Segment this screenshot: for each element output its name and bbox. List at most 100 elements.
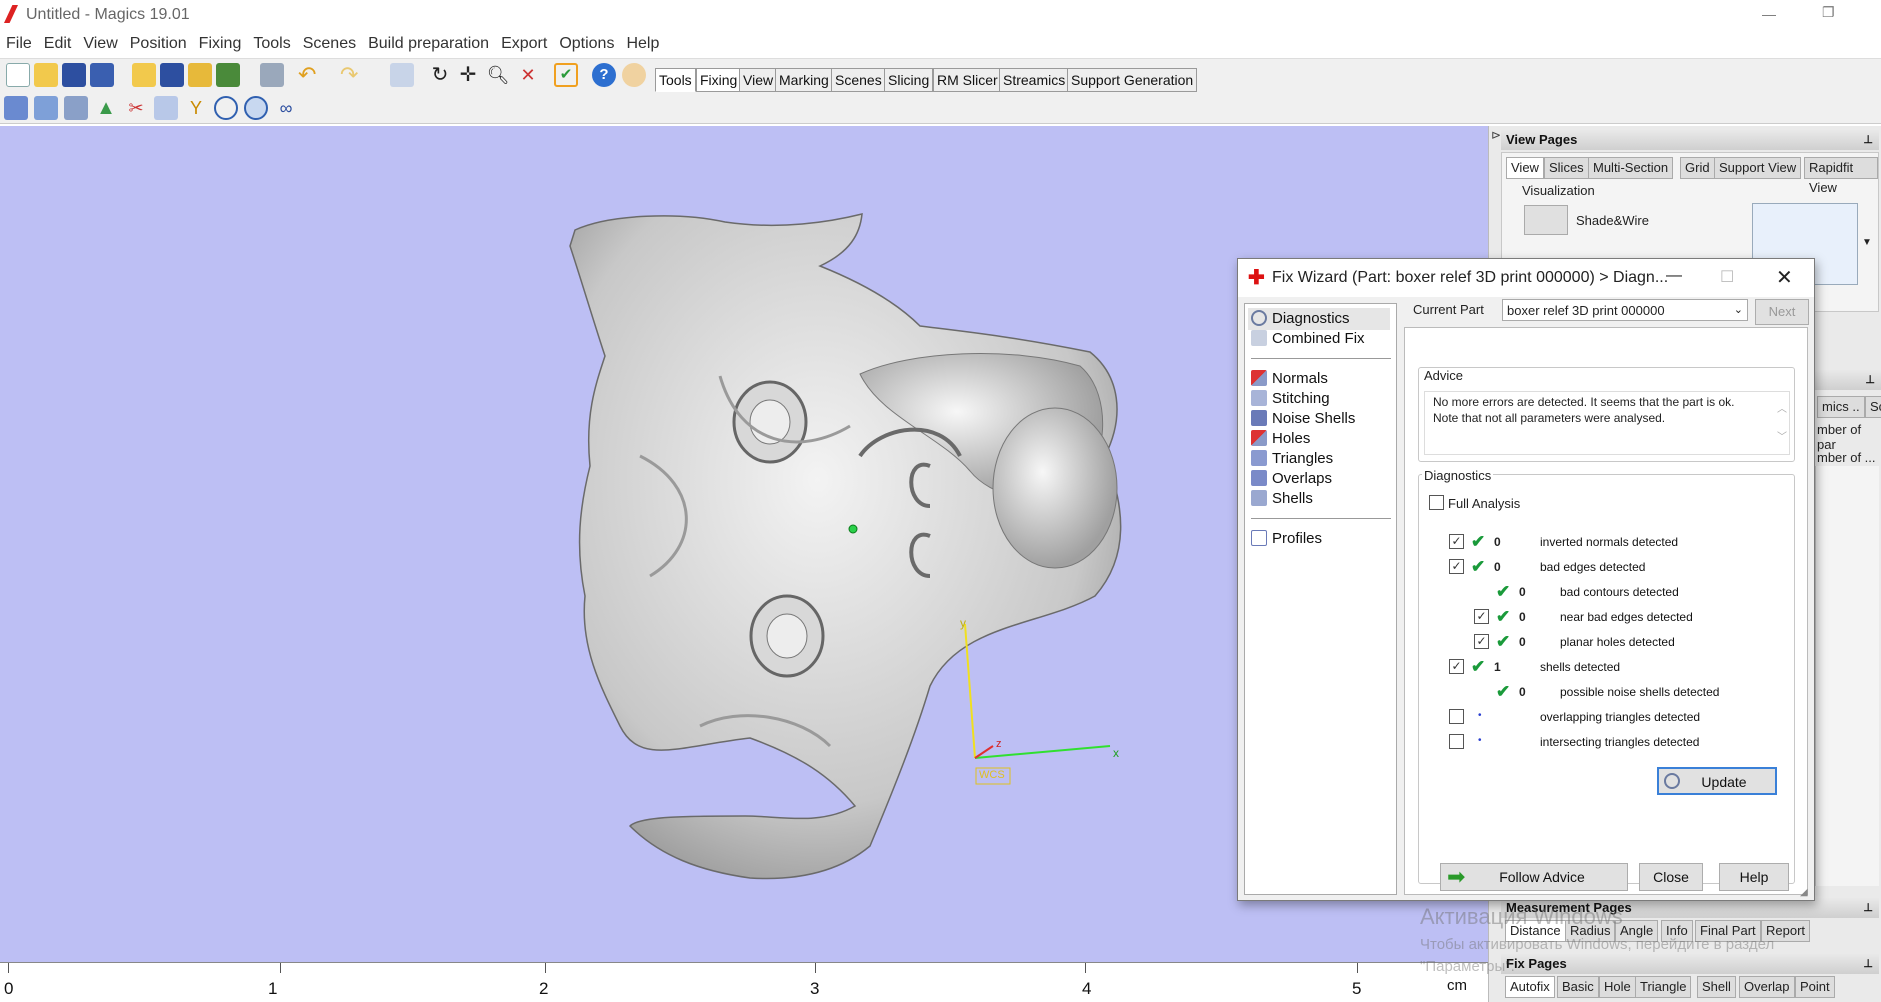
nav-overlaps[interactable]: Overlaps <box>1251 470 1332 487</box>
tab-tools[interactable]: Tools <box>655 68 696 92</box>
cone-icon[interactable]: ▲ <box>94 96 118 120</box>
save-icon[interactable] <box>62 63 86 87</box>
menu-scenes[interactable]: Scenes <box>297 30 362 58</box>
load-project-icon[interactable] <box>188 63 212 87</box>
link-icon[interactable]: ∞ <box>274 96 298 120</box>
nav-profiles[interactable]: Profiles <box>1251 530 1322 547</box>
select-part-icon[interactable] <box>390 63 414 87</box>
tab-fixing[interactable]: Fixing <box>696 68 742 92</box>
menu-build-preparation[interactable]: Build preparation <box>362 30 495 58</box>
dialog-minimize-button[interactable]: — <box>1666 267 1682 285</box>
menu-fixing[interactable]: Fixing <box>193 30 248 58</box>
diagnostic-checkbox[interactable] <box>1449 734 1464 749</box>
menu-file[interactable]: File <box>0 30 38 58</box>
diagnostic-checkbox[interactable]: ✓ <box>1449 659 1464 674</box>
tab-marking[interactable]: Marking <box>775 68 833 92</box>
dialog-maximize-button[interactable]: ☐ <box>1720 267 1734 287</box>
tab-slices-page[interactable]: Slices <box>1544 157 1589 179</box>
pan-icon[interactable]: ✛ <box>456 63 480 87</box>
new-file-icon[interactable] <box>6 63 30 87</box>
diagnostic-checkbox[interactable]: ✓ <box>1474 634 1489 649</box>
tab-grid-page[interactable]: Grid <box>1680 157 1715 179</box>
nav-shells[interactable]: Shells <box>1251 490 1313 507</box>
menu-export[interactable]: Export <box>495 30 553 58</box>
fork-icon[interactable]: Y <box>184 96 208 120</box>
tab-overlap[interactable]: Overlap <box>1739 976 1795 998</box>
tab-scenes[interactable]: Scenes <box>831 68 886 92</box>
rotate-icon[interactable]: ↻ <box>428 63 452 87</box>
user-icon[interactable] <box>622 63 646 87</box>
undo-icon[interactable]: ↶ <box>298 63 322 87</box>
print-icon[interactable] <box>260 63 284 87</box>
minimize-button[interactable]: — <box>1762 6 1776 22</box>
nav-triangles[interactable]: Triangles <box>1251 450 1333 467</box>
tab-autofix[interactable]: Autofix <box>1505 976 1555 998</box>
tab-rapidfit-view-page[interactable]: Rapidfit View <box>1804 157 1878 195</box>
restore-button[interactable]: ❐ <box>1822 4 1835 21</box>
next-button[interactable]: Next <box>1755 299 1809 325</box>
menu-tools[interactable]: Tools <box>247 30 296 58</box>
menu-view[interactable]: View <box>77 30 123 58</box>
dialog-close-button[interactable]: ✕ <box>1776 265 1793 290</box>
menu-position[interactable]: Position <box>124 30 193 58</box>
update-button[interactable]: Update <box>1657 767 1777 795</box>
redo-icon[interactable]: ↷ <box>340 63 364 87</box>
save-as-icon[interactable] <box>90 63 114 87</box>
tab-basic[interactable]: Basic <box>1557 976 1599 998</box>
menu-edit[interactable]: Edit <box>38 30 78 58</box>
checklist-icon[interactable]: ✔ <box>554 63 578 87</box>
current-part-select[interactable]: boxer relef 3D print 000000 ⌄ <box>1502 299 1748 321</box>
parts-icon[interactable] <box>64 96 88 120</box>
tab-slicing[interactable]: Slicing <box>884 68 934 92</box>
diagnostic-checkbox[interactable] <box>1449 709 1464 724</box>
tab-point[interactable]: Point <box>1795 976 1835 998</box>
panel-splitter-icon[interactable]: ⊳ <box>1491 128 1501 142</box>
tab-support-view-page[interactable]: Support View <box>1714 157 1802 179</box>
resize-grip-icon[interactable]: ◢ <box>1800 887 1808 898</box>
tab-view[interactable]: View <box>739 68 778 92</box>
unload-part-icon[interactable] <box>216 63 240 87</box>
menu-options[interactable]: Options <box>553 30 620 58</box>
follow-advice-button[interactable]: ➡ Follow Advice <box>1440 863 1628 891</box>
save-part-icon[interactable] <box>160 63 184 87</box>
tab-rm-slicer[interactable]: RM Slicer <box>933 68 1002 92</box>
box-part-icon[interactable] <box>34 96 58 120</box>
zoom-fit-icon[interactable]: ✕ <box>516 63 540 87</box>
nav-combined-fix[interactable]: Combined Fix <box>1251 330 1365 347</box>
hidden-tab-fragment[interactable]: mics .. <box>1817 396 1865 418</box>
tab-support-generation[interactable]: Support Generation <box>1067 68 1198 92</box>
nav-normals[interactable]: Normals <box>1251 370 1328 387</box>
globe-icon[interactable] <box>244 96 268 120</box>
tab-multi-section-page[interactable]: Multi-Section <box>1588 157 1674 179</box>
diagnostic-checkbox[interactable]: ✓ <box>1474 609 1489 624</box>
tab-streamics[interactable]: Streamics <box>999 68 1070 92</box>
diagnostic-checkbox[interactable]: ✓ <box>1449 559 1464 574</box>
tab-view-page[interactable]: View <box>1506 157 1544 179</box>
menu-help[interactable]: Help <box>620 30 665 58</box>
diagnostic-checkbox[interactable]: ✓ <box>1449 534 1464 549</box>
import-part-icon[interactable] <box>132 63 156 87</box>
tab-shell[interactable]: Shell <box>1697 976 1736 998</box>
tab-hole[interactable]: Hole <box>1599 976 1636 998</box>
open-folder-icon[interactable] <box>34 63 58 87</box>
nav-stitching[interactable]: Stitching <box>1251 390 1330 407</box>
nav-holes[interactable]: Holes <box>1251 430 1310 447</box>
hidden-tab-fragment[interactable]: Sc <box>1865 396 1881 418</box>
nav-diagnostics[interactable]: Diagnostics <box>1251 310 1350 327</box>
add-part-icon[interactable] <box>4 96 28 120</box>
advice-scrollbar[interactable]: ︿ ﹀ <box>1777 396 1787 452</box>
help-button[interactable]: Help <box>1719 863 1789 891</box>
tab-triangle[interactable]: Triangle <box>1635 976 1692 998</box>
full-analysis-checkbox[interactable] <box>1429 495 1444 510</box>
view-cube-dropdown-icon[interactable]: ▼ <box>1862 237 1872 248</box>
pin-icon[interactable]: ⊥ <box>1863 898 1873 918</box>
pin-icon[interactable]: ⊥ <box>1863 954 1873 974</box>
pin-icon[interactable]: ⊥ <box>1865 370 1875 390</box>
help-icon[interactable]: ? <box>592 63 616 87</box>
pin-icon[interactable] <box>154 96 178 120</box>
shade-wire-button[interactable] <box>1524 205 1568 235</box>
zoom-icon[interactable]: 🔍︎ <box>486 63 510 87</box>
cut-icon[interactable]: ✂ <box>124 96 148 120</box>
nav-noise-shells[interactable]: Noise Shells <box>1251 410 1355 427</box>
pin-icon[interactable]: ⊥ <box>1863 130 1873 150</box>
